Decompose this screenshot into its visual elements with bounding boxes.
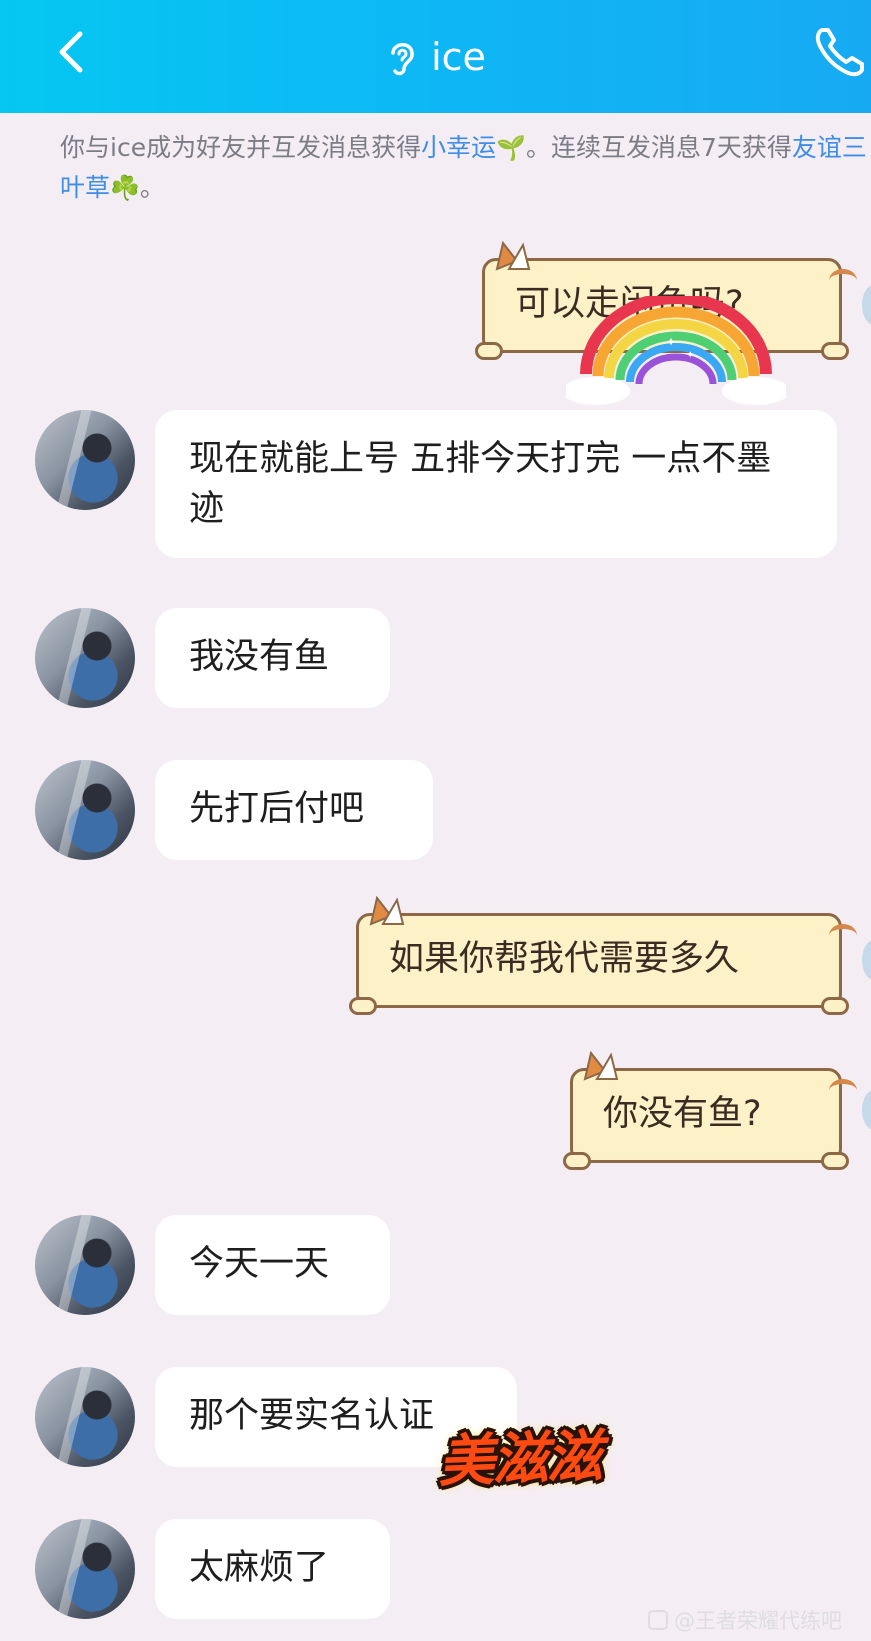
cat-tail-icon (829, 1079, 857, 1102)
cat-paw-icon (475, 342, 503, 360)
cat-paw-icon (821, 342, 849, 360)
message-text: 我没有鱼 (189, 637, 330, 677)
message-bubble-out[interactable]: 你没有鱼? (563, 1051, 857, 1170)
contact-avatar[interactable] (35, 410, 135, 510)
message-text: 你没有鱼? (603, 1094, 762, 1134)
cat-ear-icon (369, 896, 405, 926)
cat-ear-icon (583, 1051, 619, 1081)
cat-tail-icon (829, 269, 857, 292)
message-text: 先打后付吧 (189, 789, 365, 829)
message-text: 如果你帮我代需要多久 (389, 939, 740, 979)
watermark-text: @王者荣耀代练吧 (674, 1609, 842, 1633)
rainbow-sticker-icon: ✦ ✦ (566, 296, 786, 405)
message-bubble-in[interactable]: 太麻烦了 (155, 1519, 390, 1619)
sprout-icon: 🌱 (496, 134, 526, 162)
ear-icon[interactable] (385, 37, 419, 77)
message-bubble-in[interactable]: 先打后付吧 (155, 760, 433, 860)
notice-text-3: 。 (139, 173, 165, 202)
phone-icon[interactable] (812, 22, 870, 80)
contact-avatar[interactable] (35, 1367, 135, 1467)
watermark: @王者荣耀代练吧 (648, 1605, 842, 1635)
tieba-icon (648, 1610, 668, 1630)
svg-text:✦: ✦ (666, 335, 676, 349)
cat-paw-icon (349, 997, 377, 1015)
my-avatar[interactable] (862, 285, 871, 325)
title-wrap: ice (0, 0, 871, 113)
message-text: 今天一天 (189, 1244, 330, 1284)
notice-text-2: 。连续互发消息7天获得 (525, 133, 792, 162)
my-avatar[interactable] (862, 1090, 871, 1130)
contact-avatar[interactable] (35, 760, 135, 860)
cat-tail-icon (829, 924, 857, 947)
contact-avatar[interactable] (35, 1215, 135, 1315)
message-text: 那个要实名认证 (189, 1396, 435, 1436)
message-text: 太麻烦了 (189, 1548, 330, 1588)
svg-text:✦: ✦ (686, 350, 694, 361)
message-bubble-out[interactable]: 如果你帮我代需要多久 (349, 896, 857, 1015)
cat-paw-icon (563, 1152, 591, 1170)
cat-ear-icon (495, 241, 531, 271)
clover-icon: ☘️ (110, 174, 140, 202)
chat-header: ice (0, 0, 871, 113)
contact-avatar[interactable] (35, 608, 135, 708)
link-lucky[interactable]: 小幸运 (421, 133, 496, 162)
message-text: 现在就能上号 五排今天打完 一点不墨迹 (189, 439, 772, 529)
my-avatar[interactable] (862, 940, 871, 980)
sticker-text: 美滋滋 (437, 1424, 602, 1495)
chat-title[interactable]: ice (431, 35, 486, 79)
message-bubble-in[interactable]: 我没有鱼 (155, 608, 390, 708)
cat-paw-icon (821, 997, 849, 1015)
message-bubble-in[interactable]: 今天一天 (155, 1215, 390, 1315)
notice-text-1: 你与ice成为好友并互发消息获得 (60, 133, 422, 162)
contact-avatar[interactable] (35, 1519, 135, 1619)
cat-paw-icon (821, 1152, 849, 1170)
message-bubble-in[interactable]: 现在就能上号 五排今天打完 一点不墨迹 (155, 410, 837, 558)
friendship-notice: 你与ice成为好友并互发消息获得小幸运🌱。连续互发消息7天获得友谊三叶草☘️。 (60, 128, 870, 208)
